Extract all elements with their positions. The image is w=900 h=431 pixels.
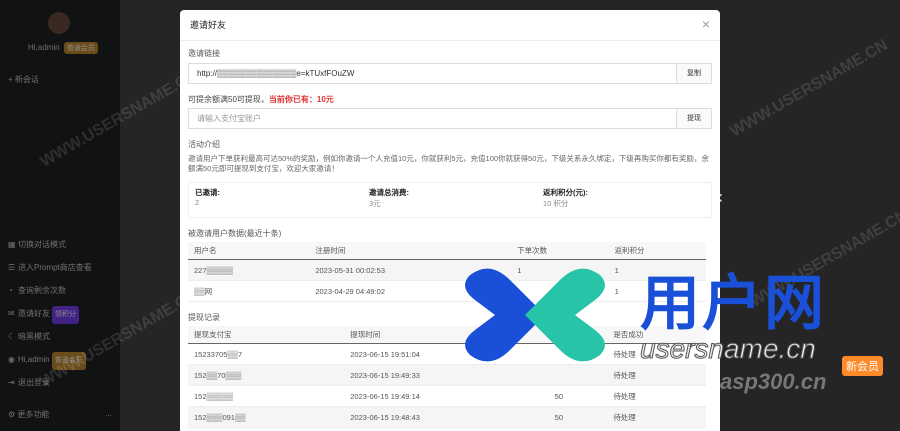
alipay-field: 请输入支付宝账户 提现 [188, 108, 712, 129]
new-member-tag: 新会员 [842, 356, 883, 376]
column-header: 用户名 [188, 242, 310, 260]
modal-title: 邀请好友 [180, 10, 720, 41]
stats-row: 已邀请: 2 邀请总消费: 3元 返利积分(元): 10 积分 [188, 182, 712, 218]
brand-name: 用户网 [640, 269, 826, 339]
close-icon[interactable]: × [702, 16, 710, 32]
invited-title: 被邀请用户数据(最近十条) [188, 229, 282, 238]
balance-amount: 10元 [316, 95, 334, 104]
column-header: 提现支付宝 [188, 326, 345, 344]
brand-url: usersname.cn [640, 333, 817, 365]
balance-label: 当前你已有： [268, 95, 317, 104]
withdraw-button[interactable]: 提现 [676, 109, 711, 128]
brand-watermark: 用户网 usersname.cn asp300.cn [450, 255, 880, 415]
brand-x-logo-icon [465, 268, 605, 362]
intro-text: 邀请用户下单获利最高可达50%的奖励，例如你邀请一个人充值10元，你就获利5元，… [188, 154, 709, 173]
stat-rebate: 返利积分(元): 10 积分 [543, 188, 588, 208]
stat-consumption: 邀请总消费: 3元 [369, 188, 409, 208]
copy-button[interactable]: 复制 [676, 64, 711, 83]
alipay-input[interactable]: 请输入支付宝账户 [189, 109, 676, 128]
withdraw-info: 可提余额满50可提现，当前你已有：10元 [188, 95, 334, 104]
invite-link-label: 邀请链接 [188, 49, 220, 58]
intro-title: 活动介绍 [188, 140, 220, 149]
stat-invited: 已邀请: 2 [195, 188, 220, 207]
invite-link-value[interactable]: http://▒▒▒▒▒▒▒▒▒▒▒▒▒▒e=kTUxfFOuZW [189, 64, 676, 83]
invite-link-field: http://▒▒▒▒▒▒▒▒▒▒▒▒▒▒e=kTUxfFOuZW 复制 [188, 63, 712, 84]
brand-sub: asp300.cn [720, 369, 827, 394]
